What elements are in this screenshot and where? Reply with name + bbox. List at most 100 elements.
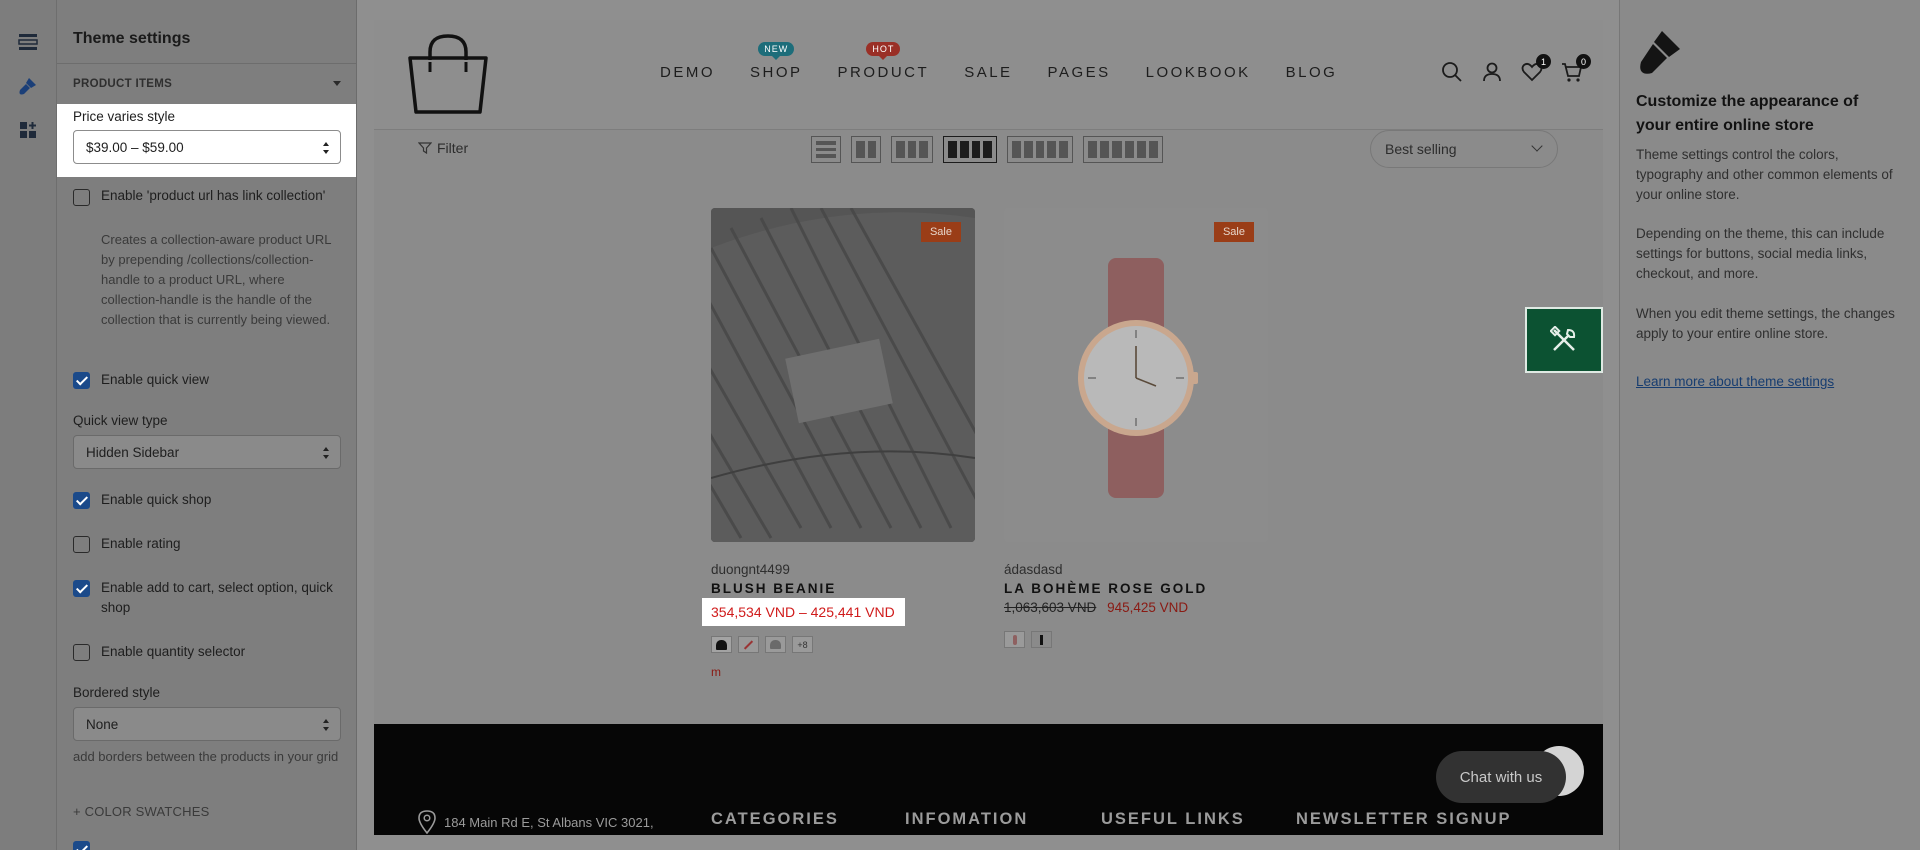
divider [57,63,356,64]
add-to-cart-label: Enable add to cart, select option, quick… [101,580,333,615]
footer-newsletter[interactable]: NEWSLETTER SIGNUP [1296,810,1512,829]
sort-select[interactable]: Best selling [1370,130,1558,168]
footer-categories[interactable]: CATEGORIES [711,810,839,829]
wishlist-count: 1 [1536,54,1551,69]
filter-icon [418,142,432,154]
sale-badge: Sale [920,222,961,242]
product-card[interactable]: Sale ádasdasd LA BOHÈME ROSE GOLD 1,063,… [1004,208,1268,648]
swatch-more[interactable]: +8 [792,636,813,653]
price-block: 1,063,603 VND 945,425 VND [1004,600,1188,615]
info-panel: Customize the appearance of your entire … [1619,0,1920,850]
rating-checkbox[interactable] [73,536,90,553]
filter-label: Filter [437,140,469,156]
swatch-row [1004,631,1268,648]
sections-icon[interactable] [10,24,46,60]
watch-image[interactable]: Sale [1004,208,1268,542]
footer-infomation[interactable]: INFOMATION [905,810,1028,829]
product-price: 354,534 VND – 425,441 VND [711,604,895,620]
icon-rail [0,0,57,850]
main-nav: DEMO NEW SHOP HOT PRODUCT SALE PAGES LOO… [660,42,1372,81]
section-product-items[interactable]: PRODUCT ITEMS [73,78,341,90]
account-icon[interactable] [1480,60,1506,86]
swatch-pink[interactable] [738,636,759,653]
nav-product[interactable]: HOT PRODUCT [837,42,930,81]
footer-useful-links[interactable]: USEFUL LINKS [1101,810,1245,829]
product-url-help: Creates a collection-aware product URL b… [101,232,332,327]
swatch-black[interactable] [1031,631,1052,648]
cart-icon[interactable]: 0 [1560,54,1591,86]
rating-label: Enable rating [101,536,181,551]
price-highlight: 354,534 VND – 425,441 VND [702,598,905,626]
store-preview: DEMO NEW SHOP HOT PRODUCT SALE PAGES LOO… [374,20,1603,835]
nav-pages[interactable]: PAGES [1048,64,1111,81]
swatch-black[interactable] [711,636,732,653]
old-price: 1,063,603 VND [1004,600,1097,615]
theme-settings-panel: Theme settings PRODUCT ITEMS Price varie… [57,0,357,850]
info-title: Customize the appearance of your entire … [1636,93,1859,134]
swatch-rose[interactable] [1004,631,1025,648]
grid-6-icon[interactable] [1083,136,1163,163]
bordered-style-value: None [86,716,119,732]
paint-brush-icon [1636,27,1686,82]
learn-more-link[interactable]: Learn more about theme settings [1636,374,1834,389]
grid-4-icon[interactable] [943,136,997,163]
product-extra: m [711,665,721,679]
chevron-down-icon [1531,140,1543,152]
quick-view-checkbox[interactable] [73,372,90,389]
nav-blog[interactable]: BLOG [1286,64,1338,81]
chat-button[interactable]: Chat with us [1436,751,1566,803]
swatch-row: +8 [711,636,975,653]
beanie-image[interactable]: Sale [711,208,975,542]
product-url-label: Enable 'product url has link collection' [101,188,326,203]
add-to-cart-checkbox[interactable] [73,580,90,597]
nav-demo[interactable]: DEMO [660,64,715,81]
bordered-style-select[interactable]: None [73,707,341,741]
grid-2-icon[interactable] [851,136,881,163]
list-view-icon[interactable] [811,136,841,163]
store-header: DEMO NEW SHOP HOT PRODUCT SALE PAGES LOO… [374,20,1603,130]
select-arrows-icon [323,447,330,459]
info-paragraph-2: Depending on the theme, this can include… [1636,226,1885,281]
theme-settings-icon[interactable] [10,68,46,104]
new-badge: NEW [758,42,795,56]
grid-5-icon[interactable] [1007,136,1073,163]
search-icon[interactable] [1440,60,1466,86]
product-vendor[interactable]: ádasdasd [1004,562,1268,577]
product-name[interactable]: LA BOHÈME ROSE GOLD [1004,581,1268,596]
wishlist-icon[interactable]: 1 [1520,54,1551,86]
filter-button[interactable]: Filter [418,140,468,156]
quick-shop-label: Enable quick shop [101,492,212,507]
nav-shop[interactable]: NEW SHOP [750,42,803,81]
nav-lookbook[interactable]: LOOKBOOK [1146,64,1251,81]
nav-label: LOOKBOOK [1145,64,1251,81]
bordered-style-label: Bordered style [73,685,161,700]
hot-badge: HOT [866,42,901,56]
qty-selector-checkbox[interactable] [73,644,90,661]
product-vendor[interactable]: duongnt4499 [711,562,975,577]
section-label: PRODUCT ITEMS [73,78,173,90]
swatch-checkbox[interactable] [73,841,90,850]
quick-view-label: Enable quick view [101,372,210,387]
nav-sale[interactable]: SALE [964,64,1012,81]
price-varies-label: Price varies style [73,109,176,124]
grid-3-icon[interactable] [891,136,933,163]
sale-badge: Sale [1213,222,1254,242]
quick-view-type-select[interactable]: Hidden Sidebar [73,435,341,469]
bag-logo-icon[interactable] [402,28,494,125]
info-paragraph-1: Theme settings control the colors, typog… [1636,147,1893,202]
nav-label: SALE [964,64,1013,81]
tools-button[interactable] [1525,307,1603,373]
product-url-checkbox[interactable] [73,189,90,206]
product-name[interactable]: BLUSH BEANIE [711,581,975,596]
nav-label: BLOG [1285,64,1338,81]
nav-label: PRODUCT [837,64,930,81]
price-varies-select[interactable]: $39.00 – $59.00 [73,130,341,164]
quick-shop-checkbox[interactable] [73,492,90,509]
address-text: 184 Main Rd E, St Albans VIC 3021, [444,814,654,830]
swatch-grey[interactable] [765,636,786,653]
panel-title: Theme settings [73,30,191,47]
color-swatches-header[interactable]: + COLOR SWATCHES [73,804,209,819]
app-blocks-icon[interactable] [10,112,46,148]
cart-count: 0 [1576,54,1591,69]
header-actions: 1 0 [1440,54,1591,86]
